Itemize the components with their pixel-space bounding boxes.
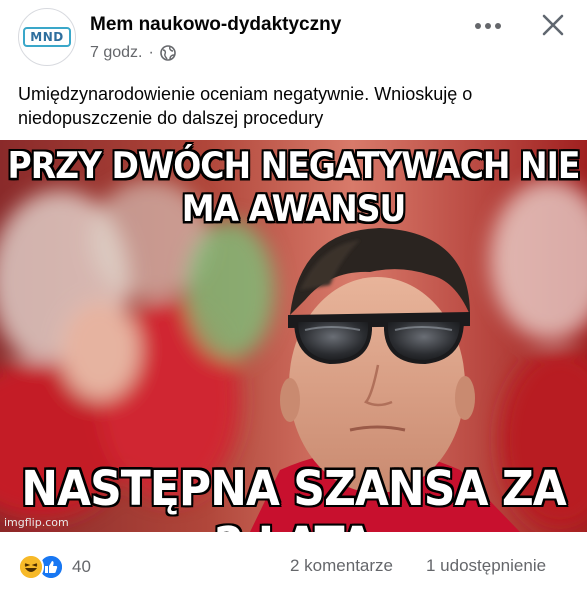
- post-header: MND Mem naukowo-dydaktyczny 7 godz. ·: [0, 0, 587, 78]
- more-options-button[interactable]: [470, 12, 506, 40]
- post-meta: 7 godz. ·: [90, 44, 176, 62]
- comments-count-link[interactable]: 2 komentarze: [290, 556, 393, 576]
- reaction-count: 40: [72, 557, 91, 576]
- page-name-link[interactable]: Mem naukowo-dydaktyczny: [90, 14, 341, 36]
- meta-separator: ·: [148, 44, 154, 61]
- close-icon: [542, 14, 564, 36]
- close-button[interactable]: [536, 8, 570, 42]
- post-time[interactable]: 7 godz.: [90, 44, 142, 62]
- avatar-logo-text: MND: [23, 27, 71, 47]
- reactions-summary[interactable]: 40: [18, 554, 91, 580]
- page-avatar[interactable]: MND: [18, 8, 76, 66]
- meme-watermark: imgflip.com: [4, 516, 69, 529]
- post-footer: 40 2 komentarze 1 udostępnienie: [0, 546, 587, 586]
- haha-reaction-icon: [18, 554, 44, 580]
- meme-image[interactable]: PRZY DWÓCH NEGATYWACH NIE MA AWANSU NAST…: [0, 140, 587, 532]
- shares-count-link[interactable]: 1 udostępnienie: [426, 556, 546, 576]
- post-caption: Umiędzynarodowienie oceniam negatywnie. …: [18, 84, 473, 128]
- more-horizontal-icon: [475, 23, 501, 29]
- globe-icon[interactable]: [160, 45, 176, 61]
- meme-top-text: PRZY DWÓCH NEGATYWACH NIE MA AWANSU: [7, 144, 581, 230]
- meme-bottom-text: NASTĘPNA SZANSA ZA 2 LATA: [21, 460, 567, 532]
